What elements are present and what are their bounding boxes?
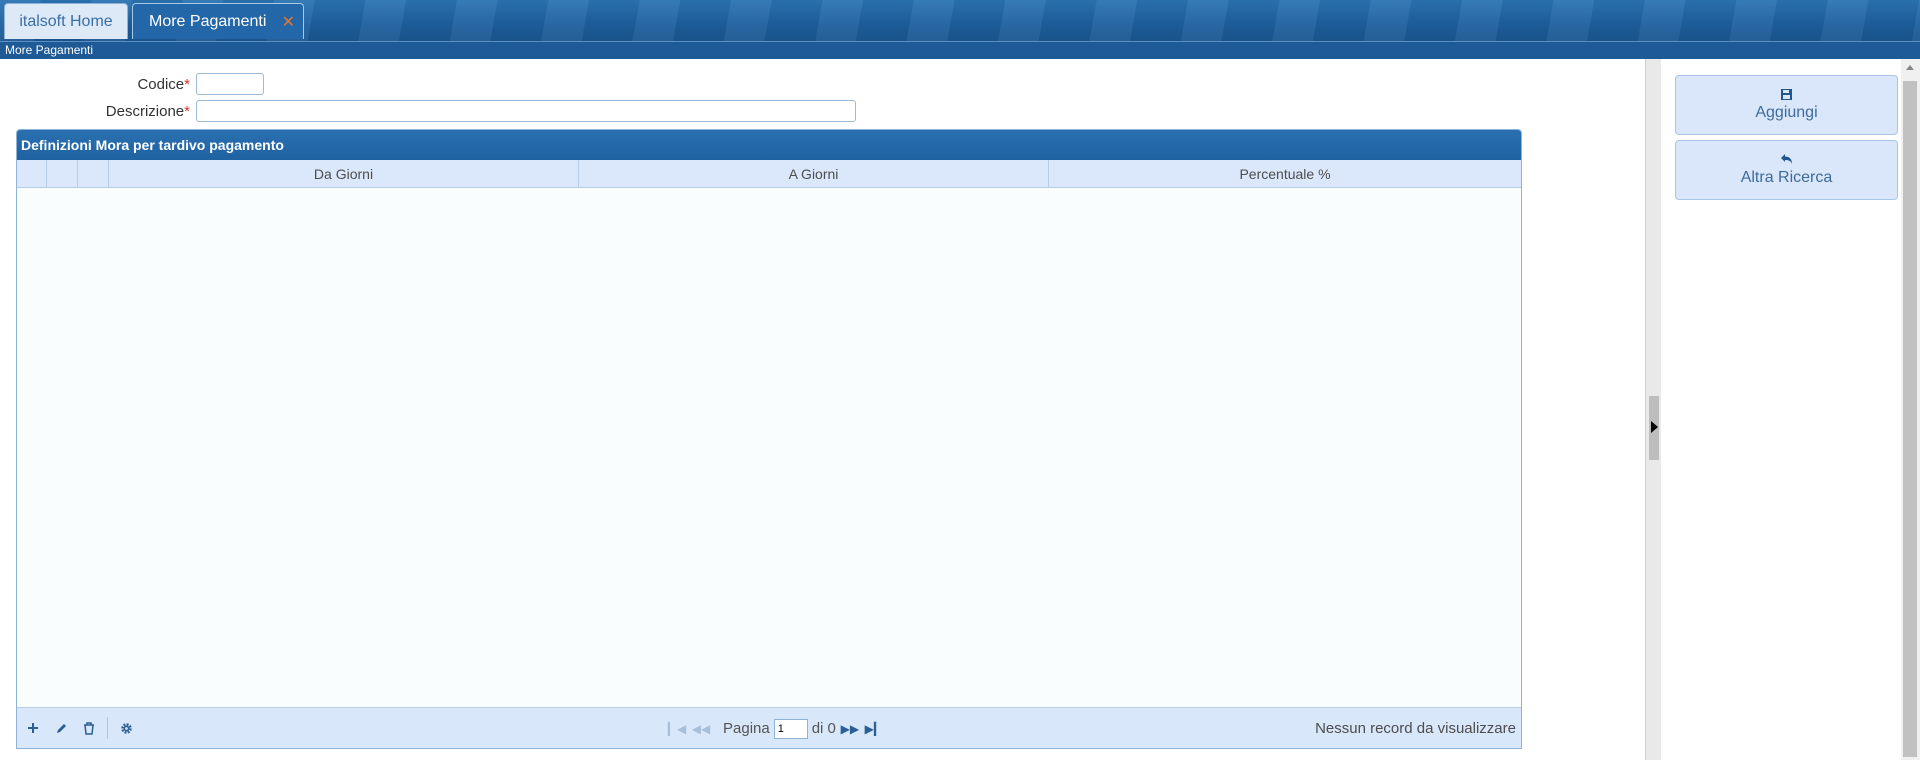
last-page-icon[interactable]: ▶▎ bbox=[864, 722, 884, 736]
grid-header-blank bbox=[47, 160, 78, 188]
action-panel: Aggiungi Altra Ricerca bbox=[1661, 59, 1901, 760]
floppy-disk-icon bbox=[1781, 89, 1792, 100]
tab-label: italsoft Home bbox=[19, 12, 113, 30]
descrizione-row: Descrizione* bbox=[0, 100, 856, 122]
required-mark: * bbox=[184, 75, 190, 93]
scrollbar-thumb[interactable] bbox=[1903, 81, 1917, 757]
grid-header-blank bbox=[17, 160, 47, 188]
tab-label: More Pagamenti bbox=[149, 12, 267, 30]
column-da-giorni[interactable]: Da Giorni bbox=[109, 160, 579, 188]
main-content: Codice* Descrizione* Definizioni Mora pe… bbox=[0, 59, 1645, 760]
codice-row: Codice* bbox=[0, 73, 264, 95]
tab-italsoft-home[interactable]: italsoft Home bbox=[4, 3, 128, 39]
close-icon[interactable]: ✕ bbox=[282, 12, 295, 32]
mora-grid: Definizioni Mora per tardivo pagamento D… bbox=[16, 129, 1522, 749]
trash-icon bbox=[84, 721, 94, 735]
pager: ▎◀ ◀◀ Pagina di 0 ▶▶ ▶▎ bbox=[667, 708, 884, 749]
breadcrumb: More Pagamenti bbox=[0, 41, 1920, 59]
collapse-arrow-icon[interactable] bbox=[1651, 421, 1658, 433]
delete-row-button[interactable] bbox=[75, 714, 103, 742]
descrizione-label: Descrizione* bbox=[105, 102, 190, 120]
plus-icon bbox=[28, 723, 38, 733]
aggiungi-button[interactable]: Aggiungi bbox=[1675, 75, 1898, 135]
add-row-button[interactable] bbox=[19, 714, 47, 742]
vertical-scrollbar[interactable] bbox=[1901, 59, 1920, 760]
altra-ricerca-label: Altra Ricerca bbox=[1740, 169, 1833, 186]
panel-splitter[interactable] bbox=[1645, 59, 1661, 760]
altra-ricerca-button[interactable]: Altra Ricerca bbox=[1675, 140, 1898, 200]
first-page-icon[interactable]: ▎◀ bbox=[667, 722, 687, 736]
column-a-giorni[interactable]: A Giorni bbox=[579, 160, 1049, 188]
required-mark: * bbox=[184, 102, 190, 120]
page-count: di 0 bbox=[811, 720, 836, 737]
tab-bar: italsoft Home More Pagamenti ✕ bbox=[0, 0, 1920, 41]
undo-arrow-icon bbox=[1781, 154, 1792, 164]
tab-more-pagamenti[interactable]: More Pagamenti ✕ bbox=[132, 3, 304, 39]
descrizione-input[interactable] bbox=[196, 100, 856, 122]
grid-body bbox=[17, 188, 1521, 708]
grid-caption: Definizioni Mora per tardivo pagamento bbox=[17, 130, 1521, 160]
grid-footer: ▎◀ ◀◀ Pagina di 0 ▶▶ ▶▎ Nessun record da… bbox=[17, 707, 1521, 748]
gear-icon bbox=[120, 722, 132, 734]
page-number-input[interactable] bbox=[773, 718, 808, 739]
pencil-icon bbox=[56, 723, 66, 733]
next-page-icon[interactable]: ▶▶ bbox=[840, 722, 860, 736]
column-percentuale[interactable]: Percentuale % bbox=[1049, 160, 1521, 188]
scroll-up-icon[interactable] bbox=[1906, 65, 1914, 70]
codice-input[interactable] bbox=[196, 73, 264, 95]
edit-row-button[interactable] bbox=[47, 714, 75, 742]
prev-page-icon[interactable]: ◀◀ bbox=[691, 722, 711, 736]
page-label: Pagina bbox=[723, 720, 770, 737]
aggiungi-label: Aggiungi bbox=[1755, 104, 1818, 121]
grid-settings-button[interactable] bbox=[112, 714, 140, 742]
empty-records-message: Nessun record da visualizzare bbox=[1315, 720, 1516, 737]
footer-separator bbox=[107, 717, 108, 739]
codice-label: Codice* bbox=[137, 75, 190, 93]
grid-header: Da Giorni A Giorni Percentuale % bbox=[17, 160, 1521, 188]
grid-header-blank bbox=[78, 160, 109, 188]
